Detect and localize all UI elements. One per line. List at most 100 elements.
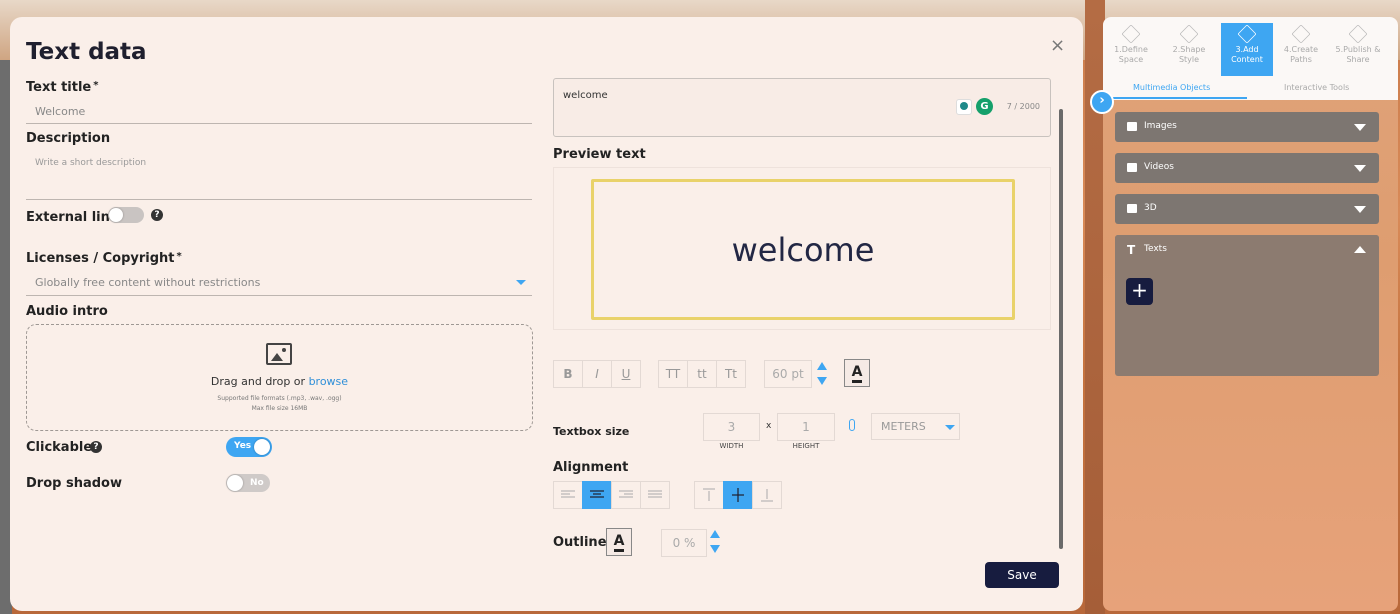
dropzone-text: Drag and drop or browse bbox=[210, 375, 349, 388]
bold-button[interactable]: B bbox=[553, 360, 583, 388]
underline-button[interactable]: U bbox=[611, 360, 641, 388]
image-icon bbox=[1127, 122, 1137, 131]
preview-text: welcome bbox=[731, 230, 875, 269]
accordion-images-label: Images bbox=[1144, 121, 1177, 131]
char-count: 7 / 2000 bbox=[1006, 102, 1040, 111]
outline-color-button[interactable]: A bbox=[606, 528, 632, 556]
steps-bar: 1.Define Space 2.Shape Style 3.Add Conte… bbox=[1103, 17, 1398, 100]
textbox-size-label: Textbox size bbox=[553, 425, 630, 438]
text-color-button[interactable]: A bbox=[844, 359, 870, 387]
cube-icon bbox=[1237, 24, 1257, 44]
add-text-button[interactable]: + bbox=[1126, 278, 1153, 305]
clickable-toggle[interactable]: Yes bbox=[226, 437, 272, 457]
align-justify-button[interactable] bbox=[640, 481, 670, 509]
alignment-label: Alignment bbox=[553, 460, 629, 475]
preview-frame: welcome bbox=[591, 179, 1015, 320]
external-link-toggle[interactable] bbox=[108, 207, 144, 223]
align-center-button[interactable] bbox=[582, 481, 612, 509]
cube-icon bbox=[1121, 24, 1141, 44]
width-input[interactable]: 3 bbox=[703, 413, 760, 441]
chevron-down-icon bbox=[1354, 124, 1366, 131]
step-add-content[interactable]: 3.Add Content bbox=[1221, 23, 1273, 76]
toggle-no-label: No bbox=[250, 478, 264, 488]
active-tab-indicator bbox=[1113, 97, 1247, 99]
text-title-input[interactable]: Welcome bbox=[35, 105, 85, 118]
outline-label: Outline bbox=[553, 535, 607, 550]
licenses-underline bbox=[26, 295, 532, 296]
drop-shadow-label: Drop shadow bbox=[26, 476, 122, 491]
chevron-down-icon[interactable] bbox=[516, 280, 526, 285]
chevron-down-icon bbox=[945, 425, 955, 430]
uppercase-button[interactable]: TT bbox=[658, 360, 688, 388]
font-size-input[interactable]: 60 pt bbox=[764, 360, 812, 388]
lowercase-button[interactable]: tt bbox=[687, 360, 717, 388]
width-label: WIDTH bbox=[719, 442, 744, 450]
tab-interactive-tools[interactable]: Interactive Tools bbox=[1284, 83, 1349, 92]
help-icon[interactable]: ? bbox=[151, 209, 163, 221]
browse-link[interactable]: browse bbox=[309, 375, 349, 388]
text-title-label: Text title * bbox=[26, 80, 99, 95]
outline-down-icon[interactable] bbox=[710, 545, 720, 553]
height-input[interactable]: 1 bbox=[777, 413, 835, 441]
save-button[interactable]: Save bbox=[985, 562, 1059, 588]
external-link-label: External link bbox=[26, 210, 119, 225]
unit-select[interactable]: METERS bbox=[871, 413, 960, 440]
align-left-button[interactable] bbox=[553, 481, 583, 509]
toggle-yes-label: Yes bbox=[234, 441, 252, 451]
modal-scrollbar[interactable] bbox=[1059, 79, 1065, 551]
chevron-down-icon bbox=[1354, 165, 1366, 172]
times-sign: x bbox=[766, 421, 772, 431]
description-underline bbox=[26, 199, 532, 200]
accordion-videos-label: Videos bbox=[1144, 162, 1174, 172]
titlecase-button[interactable]: Tt bbox=[716, 360, 746, 388]
text-content-input[interactable]: welcome G 7 / 2000 bbox=[553, 78, 1051, 137]
accordion-3d[interactable]: 3D bbox=[1115, 194, 1379, 224]
height-label: HEIGHT bbox=[792, 442, 820, 450]
accordion-texts-panel: T Texts + bbox=[1115, 235, 1379, 376]
font-size-up-icon[interactable] bbox=[817, 362, 827, 370]
accordion-images[interactable]: Images bbox=[1115, 112, 1379, 142]
description-label: Description bbox=[26, 131, 111, 146]
text-data-modal: Text data × Text title * Welcome Descript… bbox=[10, 17, 1083, 611]
chevron-up-icon bbox=[1354, 246, 1366, 253]
outline-up-icon[interactable] bbox=[710, 530, 720, 538]
collapse-sidebar-button[interactable]: › bbox=[1090, 90, 1114, 114]
link-icon[interactable] bbox=[849, 419, 855, 431]
dropzone-formats: Supported file formats (.mp3, .wav, .ogg… bbox=[217, 395, 342, 402]
step-shape-style[interactable]: 2.Shape Style bbox=[1163, 23, 1215, 76]
italic-button[interactable]: I bbox=[582, 360, 612, 388]
dropzone-max-size: Max file size 16MB bbox=[251, 405, 308, 412]
clickable-label: Clickable bbox=[26, 440, 93, 455]
step-create-paths[interactable]: 4.Create Paths bbox=[1275, 23, 1327, 76]
font-size-down-icon[interactable] bbox=[817, 377, 827, 385]
grammarly-icon[interactable]: G bbox=[976, 98, 993, 115]
help-icon[interactable]: ? bbox=[90, 441, 102, 453]
preview-label: Preview text bbox=[553, 147, 646, 162]
tab-multimedia-objects[interactable]: Multimedia Objects bbox=[1133, 83, 1210, 92]
step-define-space[interactable]: 1.Define Space bbox=[1105, 23, 1157, 76]
drop-shadow-toggle[interactable]: No bbox=[226, 474, 270, 492]
step-publish-share[interactable]: 5.Publish & Share bbox=[1332, 23, 1384, 76]
audio-dropzone[interactable]: Drag and drop or browse Supported file f… bbox=[26, 324, 533, 431]
close-button[interactable]: × bbox=[1050, 35, 1065, 56]
chevron-down-icon bbox=[1354, 206, 1366, 213]
outline-input[interactable]: 0 % bbox=[661, 529, 707, 557]
accordion-3d-label: 3D bbox=[1144, 203, 1157, 213]
modal-title: Text data bbox=[26, 39, 147, 65]
valign-middle-button[interactable] bbox=[723, 481, 753, 509]
licenses-select[interactable]: Globally free content without restrictio… bbox=[35, 276, 260, 289]
cube-icon bbox=[1179, 24, 1199, 44]
accordion-videos[interactable]: Videos bbox=[1115, 153, 1379, 183]
align-right-button[interactable] bbox=[611, 481, 641, 509]
cube-icon bbox=[1348, 24, 1368, 44]
audio-intro-label: Audio intro bbox=[26, 304, 108, 319]
image-icon bbox=[266, 343, 292, 365]
cube-icon bbox=[1291, 24, 1311, 44]
accordion-texts[interactable]: T Texts bbox=[1115, 235, 1379, 265]
extension-icon[interactable] bbox=[956, 99, 972, 115]
valign-bottom-button[interactable] bbox=[752, 481, 782, 509]
content-sidebar: 1.Define Space 2.Shape Style 3.Add Conte… bbox=[1103, 17, 1398, 611]
valign-top-button[interactable] bbox=[694, 481, 724, 509]
textarea-value: welcome bbox=[563, 90, 608, 101]
description-input[interactable]: Write a short description bbox=[35, 158, 146, 168]
